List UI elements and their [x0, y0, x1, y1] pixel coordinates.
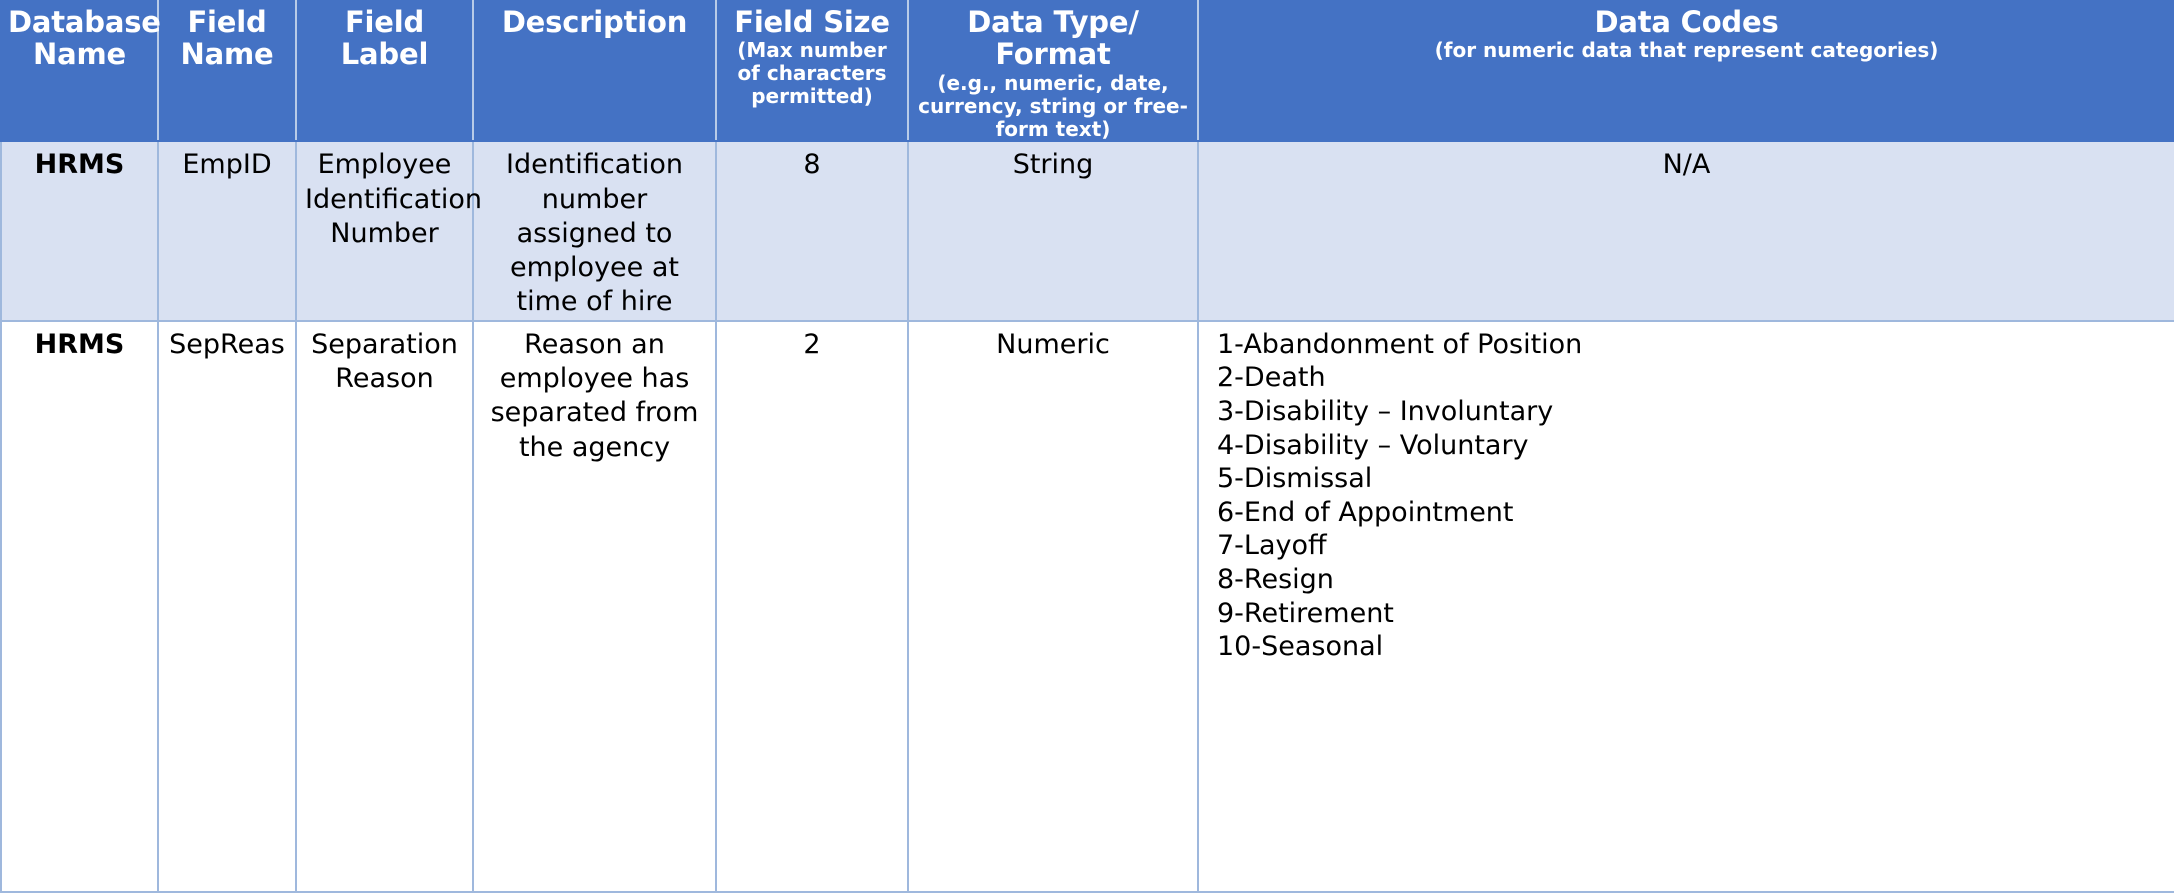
column-header-data-type: Data Type/ Format (e.g., numeric, date, … [907, 0, 1199, 143]
data-code-item: 4-Disability – Voluntary [1217, 429, 1529, 461]
data-code-item: 1-Abandonment of Position [1217, 328, 1583, 360]
cell-data-type: Numeric [907, 319, 1199, 893]
cell-data-type: String [907, 140, 1199, 322]
column-header-field-label: Field Label [295, 0, 474, 143]
column-header-database-name: Database Name [0, 0, 161, 143]
data-code-item: 6-End of Appointment [1217, 496, 1514, 528]
column-header-data-type-subtitle: (e.g., numeric, date, currency, string o… [918, 70, 1188, 141]
column-header-data-codes: Data Codes (for numeric data that repres… [1197, 0, 2174, 143]
table-header: Database Name Field Name Field Label Des… [0, 0, 2174, 143]
header-row: Database Name Field Name Field Label Des… [0, 0, 2174, 143]
table-body: HRMS EmpID Employee Identification Numbe… [0, 140, 2174, 893]
column-header-field-name-title: Field Name [180, 5, 274, 72]
column-header-field-size: Field Size (Max number of characters per… [715, 0, 909, 143]
column-header-field-name: Field Name [157, 0, 297, 143]
cell-data-codes: 1-Abandonment of Position 2-Death 3-Disabi… [1197, 319, 2174, 893]
data-codes-list: 1-Abandonment of Position 2-Death 3-Disabi… [1207, 328, 2166, 664]
table-row: HRMS EmpID Employee Identification Numbe… [0, 140, 2174, 322]
column-header-field-size-subtitle: (Max number of characters permitted) [737, 38, 887, 109]
cell-field-label: Separation Reason [295, 319, 474, 893]
cell-database-name: HRMS [0, 140, 159, 322]
cell-field-size: 8 [715, 140, 909, 322]
data-code-item: 9-Retirement [1217, 597, 1394, 629]
column-header-description-title: Description [501, 5, 688, 39]
cell-field-label: Employee Identification Number [295, 140, 482, 322]
data-dictionary-table: Database Name Field Name Field Label Des… [0, 0, 2174, 893]
cell-description: Reason an employee has separated from th… [472, 319, 717, 893]
data-code-item: 2-Death [1217, 362, 1326, 394]
data-code-item: 10-Seasonal [1217, 631, 1384, 663]
column-header-description: Description [472, 0, 717, 143]
data-code-item: 7-Layoff [1217, 530, 1327, 562]
cell-data-codes: N/A [1197, 140, 2174, 322]
cell-field-name: SepReas [157, 319, 297, 893]
data-code-item: 8-Resign [1217, 564, 1334, 595]
cell-field-name: EmpID [157, 140, 297, 322]
cell-database-name: HRMS [0, 319, 159, 893]
cell-description: Identification number assigned to employ… [472, 140, 717, 322]
column-header-data-codes-subtitle: (for numeric data that represent categor… [1434, 38, 1939, 63]
data-code-item: 5-Dismissal [1217, 463, 1373, 495]
column-header-data-type-title: Data Type/ Format [967, 5, 1139, 72]
table-row: HRMS SepReas Separation Reason Reason an… [0, 319, 2174, 893]
column-header-database-name-title: Database Name [8, 5, 161, 72]
data-code-item: 3-Disability – Involuntary [1217, 395, 1554, 427]
column-header-data-codes-title: Data Codes [1594, 5, 1779, 39]
column-header-field-label-title: Field Label [340, 5, 429, 72]
column-header-field-size-title: Field Size [734, 5, 890, 39]
cell-field-size: 2 [715, 319, 909, 893]
